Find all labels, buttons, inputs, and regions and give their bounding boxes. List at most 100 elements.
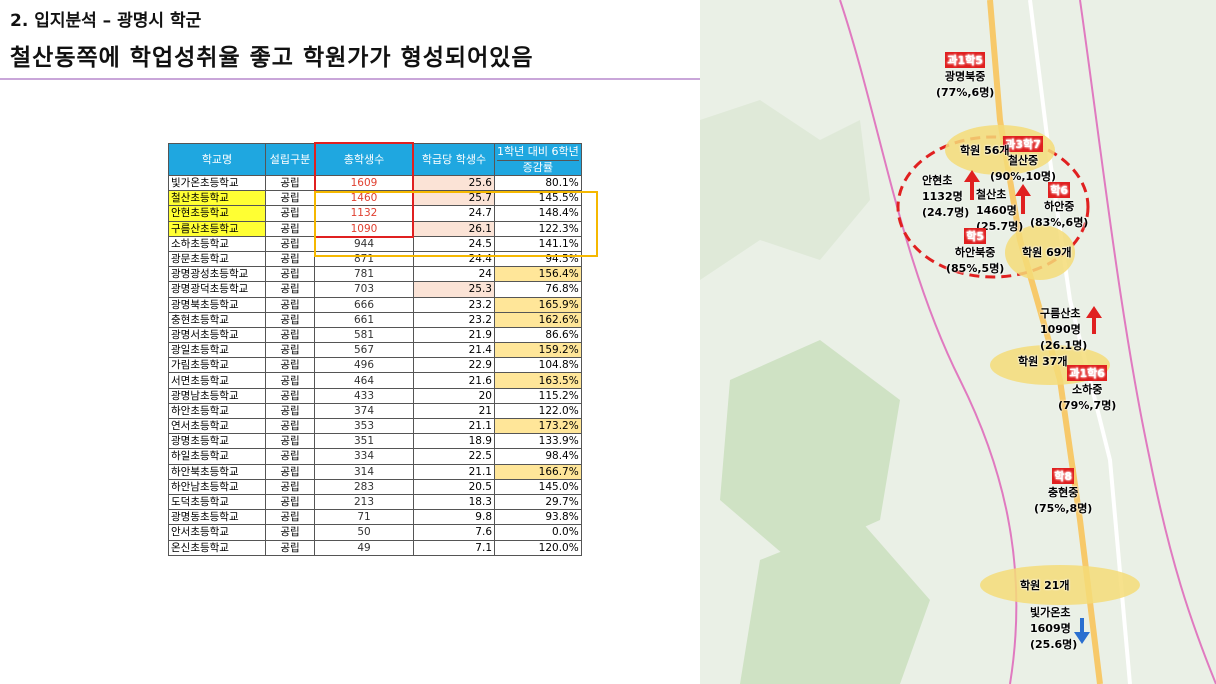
type-cell: 공립 bbox=[265, 509, 315, 526]
page-title: 철산동쪽에 학업성취율 좋고 학원가가 형성되어있음 bbox=[10, 45, 534, 71]
per-class-cell: 21.4 bbox=[413, 342, 495, 359]
type-cell: 공립 bbox=[265, 448, 315, 465]
table-row: 하일초등학교 공립 334 22.5 98.4% bbox=[168, 448, 582, 465]
table-row: 충현초등학교 공립 661 23.2 162.6% bbox=[168, 311, 582, 328]
table-row: 온신초등학교 공립 49 7.1 120.0% bbox=[168, 539, 582, 556]
per-class-cell: 20.5 bbox=[413, 478, 495, 495]
per-class-cell: 21.1 bbox=[413, 417, 495, 435]
per-class-cell: 20 bbox=[413, 387, 495, 404]
school-name-cell: 안현초등학교 bbox=[168, 205, 266, 222]
table-row: 서면초등학교 공립 464 21.6 163.5% bbox=[168, 372, 582, 389]
growth-rate-cell: 156.4% bbox=[494, 266, 582, 283]
per-class-cell: 9.8 bbox=[413, 509, 495, 526]
school-name-cell: 가림초등학교 bbox=[168, 357, 266, 374]
total-students-cell: 314 bbox=[314, 463, 414, 480]
total-students-cell: 71 bbox=[314, 509, 414, 526]
total-students-cell: 49 bbox=[314, 539, 414, 556]
map-label-soha-middle: 과1학6 소하중 (79%,7명) bbox=[1058, 365, 1117, 412]
map-label-academy-69: 학원 69개 bbox=[1022, 246, 1072, 259]
total-students-cell: 666 bbox=[314, 296, 414, 313]
map-label-chunghyeon-middle: 학8 충현중 (75%,8명) bbox=[1034, 468, 1093, 515]
type-cell: 공립 bbox=[265, 478, 315, 495]
growth-rate-cell: 165.9% bbox=[494, 296, 582, 313]
type-cell: 공립 bbox=[265, 266, 315, 283]
growth-rate-cell: 93.8% bbox=[494, 509, 582, 526]
type-cell: 공립 bbox=[265, 433, 315, 450]
col-growth: 1학년 대비 6학년 증감률 bbox=[494, 143, 582, 176]
type-cell: 공립 bbox=[265, 205, 315, 222]
growth-rate-cell: 133.9% bbox=[494, 433, 582, 450]
total-students-cell: 433 bbox=[314, 387, 414, 404]
type-cell: 공립 bbox=[265, 372, 315, 389]
growth-rate-cell: 159.2% bbox=[494, 342, 582, 359]
school-name-cell: 안서초등학교 bbox=[168, 524, 266, 541]
map-label-haanbuk-middle: 학5 하안북중 (85%,5명) bbox=[946, 228, 1005, 275]
school-name-cell: 광문초등학교 bbox=[168, 250, 266, 268]
school-name-cell: 빛가온초등학교 bbox=[168, 174, 266, 192]
total-students-cell: 283 bbox=[314, 478, 414, 495]
growth-rate-cell: 98.4% bbox=[494, 448, 582, 465]
per-class-cell: 21 bbox=[413, 402, 495, 420]
per-class-cell: 22.9 bbox=[413, 357, 495, 374]
per-class-cell: 23.2 bbox=[413, 311, 495, 328]
growth-rate-cell: 120.0% bbox=[494, 539, 582, 556]
map-label-gwangmyeongbuk: 과1학5 광명북중 (77%,6명) bbox=[936, 52, 995, 99]
school-name-cell: 하안북초등학교 bbox=[168, 463, 266, 480]
type-cell: 공립 bbox=[265, 296, 315, 313]
school-name-cell: 하안남초등학교 bbox=[168, 478, 266, 495]
per-class-cell: 23.2 bbox=[413, 296, 495, 313]
total-students-cell: 50 bbox=[314, 524, 414, 541]
total-students-cell: 703 bbox=[314, 281, 414, 298]
growth-rate-cell: 163.5% bbox=[494, 372, 582, 389]
table-row: 광명서초등학교 공립 581 21.9 86.6% bbox=[168, 326, 582, 344]
table-row: 하안초등학교 공립 374 21 122.0% bbox=[168, 402, 582, 420]
per-class-cell: 21.1 bbox=[413, 463, 495, 480]
school-name-cell: 철산초등학교 bbox=[168, 190, 266, 207]
total-students-cell: 781 bbox=[314, 266, 414, 283]
school-name-cell: 하안초등학교 bbox=[168, 402, 266, 420]
school-name-cell: 충현초등학교 bbox=[168, 311, 266, 328]
table-row: 가림초등학교 공립 496 22.9 104.8% bbox=[168, 357, 582, 374]
growth-rate-cell: 166.7% bbox=[494, 463, 582, 480]
type-cell: 공립 bbox=[265, 402, 315, 420]
page-subtitle: 2. 입지분석 – 광명시 학군 bbox=[10, 11, 202, 31]
type-cell: 공립 bbox=[265, 190, 315, 207]
per-class-cell: 7.1 bbox=[413, 539, 495, 556]
school-name-cell: 도덕초등학교 bbox=[168, 493, 266, 511]
school-district-map: 과1학5 광명북중 (77%,6명) 과3학7 철산중 (90%,10명) 학원 5… bbox=[700, 0, 1216, 684]
growth-rate-cell: 145.0% bbox=[494, 478, 582, 495]
total-students-cell: 334 bbox=[314, 448, 414, 465]
growth-rate-cell: 173.2% bbox=[494, 417, 582, 435]
growth-rate-cell: 86.6% bbox=[494, 326, 582, 344]
per-class-cell: 21.6 bbox=[413, 372, 495, 389]
col-type: 설립구분 bbox=[265, 143, 315, 176]
growth-rate-cell: 162.6% bbox=[494, 311, 582, 328]
type-cell: 공립 bbox=[265, 524, 315, 541]
school-name-cell: 광명남초등학교 bbox=[168, 387, 266, 404]
growth-rate-cell: 29.7% bbox=[494, 493, 582, 511]
total-students-cell: 464 bbox=[314, 372, 414, 389]
table-row: 광명북초등학교 공립 666 23.2 165.9% bbox=[168, 296, 582, 313]
table-row: 광명초등학교 공립 351 18.9 133.9% bbox=[168, 433, 582, 450]
type-cell: 공립 bbox=[265, 387, 315, 404]
growth-rate-cell: 76.8% bbox=[494, 281, 582, 298]
type-cell: 공립 bbox=[265, 250, 315, 268]
school-name-cell: 광명초등학교 bbox=[168, 433, 266, 450]
total-students-cell: 581 bbox=[314, 326, 414, 344]
col-growth-bottom: 증감률 bbox=[522, 161, 554, 174]
table-row: 광명동초등학교 공립 71 9.8 93.8% bbox=[168, 509, 582, 526]
type-cell: 공립 bbox=[265, 493, 315, 511]
type-cell: 공립 bbox=[265, 463, 315, 480]
table-row: 도덕초등학교 공립 213 18.3 29.7% bbox=[168, 493, 582, 511]
school-name-cell: 구름산초등학교 bbox=[168, 220, 266, 237]
map-label-bitgaon: 빛가온초 1609명 (25.6명) bbox=[1030, 606, 1078, 651]
school-name-cell: 광명북초등학교 bbox=[168, 296, 266, 313]
per-class-cell: 25.6 bbox=[413, 174, 495, 192]
map-label-cheolsan-elem: 철산초 1460명 (25.7명) bbox=[976, 188, 1024, 233]
growth-rate-cell: 0.0% bbox=[494, 524, 582, 541]
total-students-cell: 351 bbox=[314, 433, 414, 450]
table-row: 광명광덕초등학교 공립 703 25.3 76.8% bbox=[168, 281, 582, 298]
type-cell: 공립 bbox=[265, 342, 315, 359]
table-row: 광명광성초등학교 공립 781 24 156.4% bbox=[168, 266, 582, 283]
school-name-cell: 광명동초등학교 bbox=[168, 509, 266, 526]
